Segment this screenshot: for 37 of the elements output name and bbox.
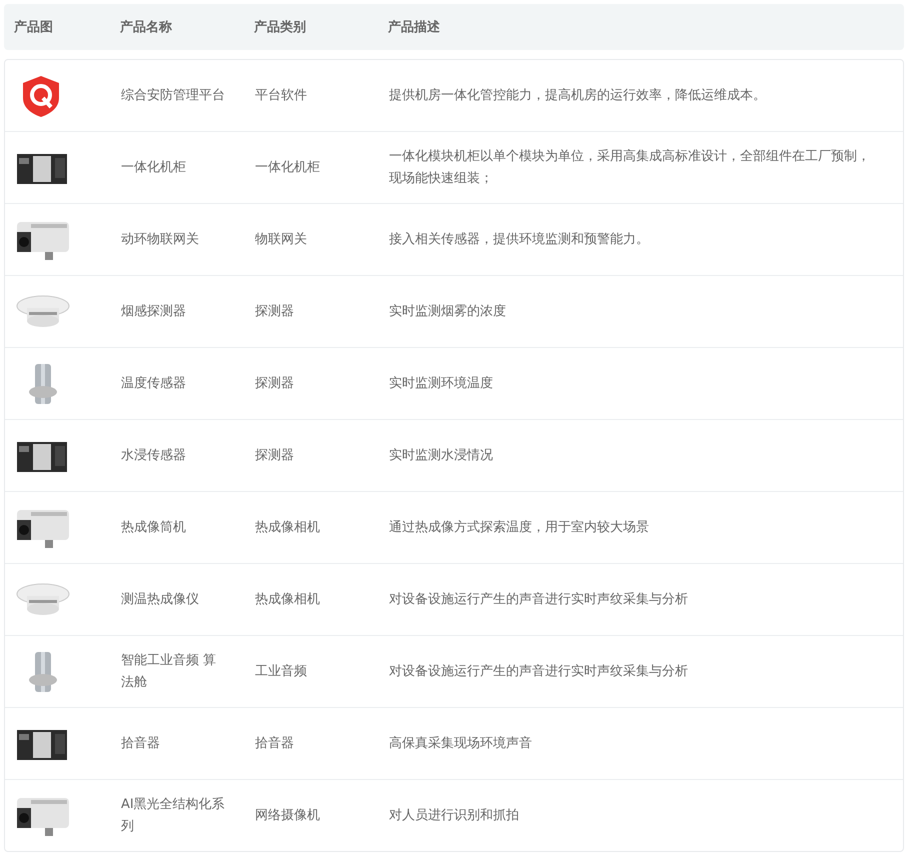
product-description: 接入相关传感器，提供环境监测和预警能力。 [389, 230, 650, 248]
product-category: 热成像相机 [255, 518, 321, 536]
product-category: 探测器 [255, 374, 295, 392]
product-category: 一体化机柜 [255, 158, 321, 176]
product-category: 平台软件 [255, 86, 308, 104]
product-category: 拾音器 [255, 734, 295, 752]
product-name: AI黑光全结构化系列 [121, 796, 226, 836]
column-header: 产品名称 [120, 18, 173, 36]
product-name: 综合安防管理平台 [121, 86, 226, 104]
column-header: 产品类别 [254, 18, 307, 36]
product-category: 物联网关 [255, 230, 308, 248]
product-name: 一体化机柜 [121, 158, 187, 176]
product-description: 一体化模块机柜以单个模块为单位，采用高集成高标准设计，全部组件在工厂预制，现场能快速组装； [389, 148, 871, 188]
product-description: 提供机房一体化管控能力，提高机房的运行效率，降低运维成本。 [389, 86, 767, 104]
product-category: 工业音频 [255, 662, 308, 680]
product-category: 热成像相机 [255, 590, 321, 608]
product-name: 拾音器 [121, 734, 161, 752]
product-description: 通过热成像方式探索温度，用于室内较大场景 [389, 518, 650, 536]
product-name: 温度传感器 [121, 374, 187, 392]
product-description: 对设备设施运行产生的声音进行实时声纹采集与分析 [389, 590, 689, 608]
product-category: 探测器 [255, 302, 295, 320]
column-header: 产品图 [14, 18, 54, 36]
product-description: 高保真采集现场环境声音 [389, 734, 533, 752]
product-description: 对设备设施运行产生的声音进行实时声纹采集与分析 [389, 662, 689, 680]
product-name: 测温热成像仪 [121, 590, 200, 608]
product-name: 烟感探测器 [121, 302, 187, 320]
product-category: 网络摄像机 [255, 806, 321, 824]
column-header: 产品描述 [388, 18, 441, 36]
product-name: 热成像筒机 [121, 518, 187, 536]
product-description: 实时监测环境温度 [389, 374, 494, 392]
product-description: 实时监测水浸情况 [389, 446, 494, 464]
product-name: 水浸传感器 [121, 446, 187, 464]
product-name: 动环物联网关 [121, 230, 200, 248]
product-description: 实时监测烟雾的浓度 [389, 302, 507, 320]
product-description: 对人员进行识别和抓拍 [389, 806, 520, 824]
product-category: 探测器 [255, 446, 295, 464]
product-name: 智能工业音频 算法舱 [121, 652, 218, 692]
